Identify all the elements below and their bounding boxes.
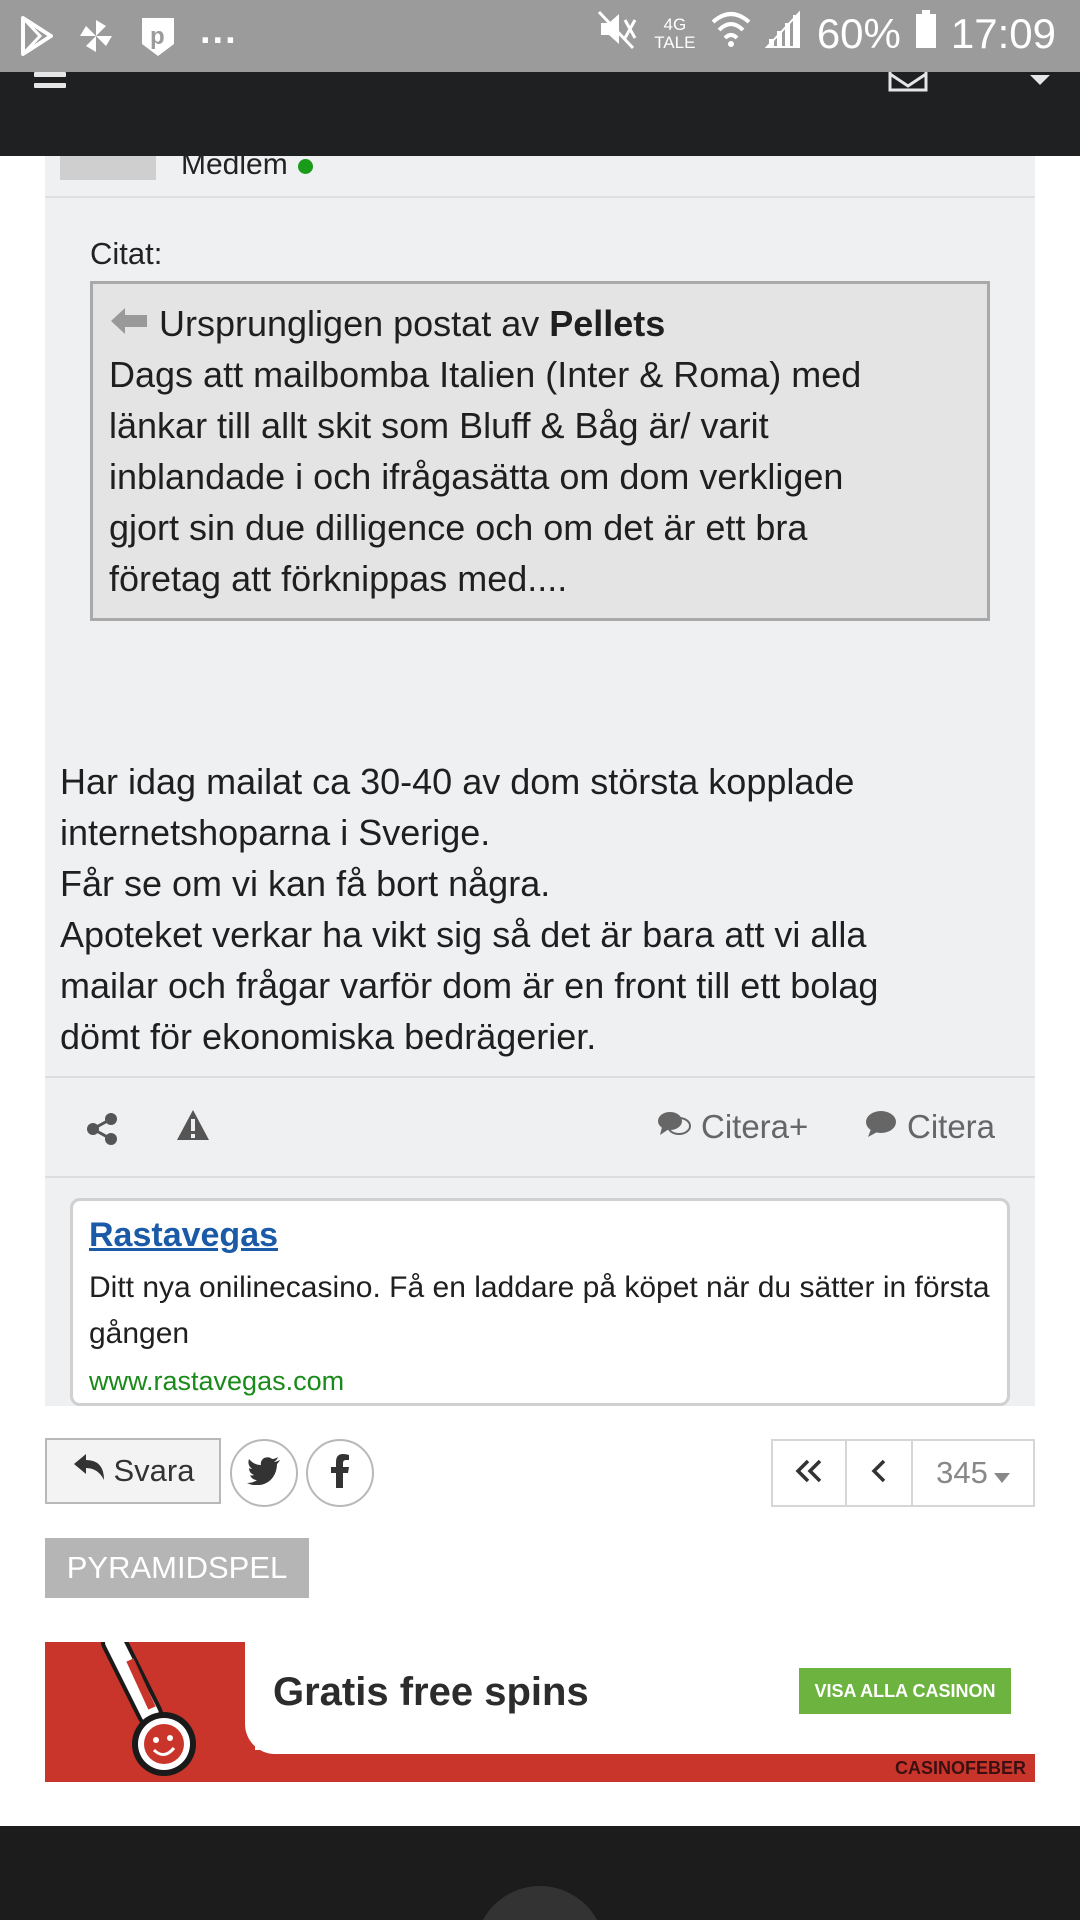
- forum-post: Medlem Citat: Ursprungligen postat av Pe…: [45, 148, 1035, 1406]
- twitter-icon: [247, 1456, 281, 1490]
- previous-page-button[interactable]: [847, 1441, 913, 1505]
- mute-icon: [597, 8, 639, 60]
- post-author-row: Medlem: [45, 148, 1035, 198]
- comment-icon: [865, 1108, 897, 1146]
- signal-icon: [764, 9, 803, 59]
- text-ad: Rastavegas Ditt nya onilinecasino. Få en…: [70, 1198, 1010, 1406]
- wifi-icon: [711, 8, 751, 60]
- screen: p ... 4G TALE 60% 17:09 Medlem Citat: Ur…: [0, 0, 1080, 1920]
- banner-cta-button[interactable]: VISA ALLA CASINON: [799, 1668, 1011, 1714]
- casino-banner-ad[interactable]: Gratis free spins VISA ALLA CASINON CASI…: [45, 1642, 1035, 1782]
- quote-block: Ursprungligen postat av Pellets Dags att…: [90, 281, 990, 621]
- banner-title: Gratis free spins: [273, 1670, 589, 1714]
- caret-down-icon: [993, 1455, 1010, 1491]
- comments-icon: [657, 1108, 691, 1146]
- pagination: 345: [771, 1439, 1035, 1507]
- multi-quote-button[interactable]: Citera+: [657, 1108, 808, 1146]
- reply-icon: [72, 1452, 106, 1490]
- quote-label: Citat:: [90, 236, 163, 271]
- status-notifications: p ...: [20, 10, 238, 63]
- network-type: 4G TALE: [654, 15, 696, 52]
- first-page-button[interactable]: [773, 1441, 847, 1505]
- p-badge-icon: p: [138, 14, 178, 63]
- twitter-share-button[interactable]: [230, 1439, 298, 1507]
- top-nav: [0, 72, 1080, 156]
- menu-icon[interactable]: [34, 72, 66, 94]
- overflow-dots: ...: [200, 10, 238, 52]
- status-system: 4G TALE 60% 17:09: [597, 8, 1056, 60]
- arrow-left-icon[interactable]: [109, 298, 149, 349]
- facebook-share-button[interactable]: [306, 1439, 374, 1507]
- post-actions: Citera+ Citera: [45, 1076, 1035, 1178]
- play-store-icon: [20, 16, 54, 61]
- clock: 17:09: [950, 10, 1056, 57]
- double-chevron-left-icon: [795, 1459, 823, 1488]
- avatar[interactable]: [60, 156, 156, 180]
- ad-title-link[interactable]: Rastavegas: [89, 1213, 991, 1257]
- chevron-down-icon[interactable]: [1028, 74, 1052, 92]
- status-bar: p ... 4G TALE 60% 17:09: [0, 0, 1080, 72]
- scroll-top-button[interactable]: [475, 1886, 605, 1920]
- reply-button[interactable]: Svara: [45, 1438, 221, 1504]
- battery-icon: [915, 8, 937, 60]
- online-status-dot: [297, 158, 313, 174]
- svg-text:p: p: [150, 23, 165, 50]
- page-select[interactable]: 345: [913, 1441, 1033, 1505]
- member-role: Medlem: [181, 148, 313, 182]
- footer: [0, 1826, 1080, 1920]
- post-body: Har idag mailat ca 30-40 av dom största …: [60, 761, 879, 1057]
- quote-text: Dags att mailbomba Italien (Inter & Roma…: [109, 354, 862, 599]
- ad-url[interactable]: www.rastavegas.com: [89, 1361, 991, 1401]
- quote-author[interactable]: Pellets: [549, 298, 665, 349]
- banner-brand: CASINOFEBER: [895, 1758, 1027, 1778]
- thermometer-mascot-icon: [100, 1642, 210, 1782]
- battery-percent: 60%: [816, 10, 901, 57]
- report-warning-icon[interactable]: [175, 1108, 211, 1147]
- pinwheel-icon: [76, 16, 116, 61]
- share-icon[interactable]: [85, 1112, 119, 1151]
- thread-tag[interactable]: PYRAMIDSPEL: [45, 1538, 309, 1598]
- quote-button[interactable]: Citera: [865, 1108, 995, 1146]
- mail-icon[interactable]: [888, 72, 928, 97]
- quote-header: Ursprungligen postat av Pellets: [109, 298, 971, 349]
- chevron-left-icon: [871, 1459, 887, 1488]
- ad-description: Ditt nya onilinecasino. Få en laddare på…: [89, 1271, 990, 1350]
- facebook-icon: [331, 1453, 349, 1493]
